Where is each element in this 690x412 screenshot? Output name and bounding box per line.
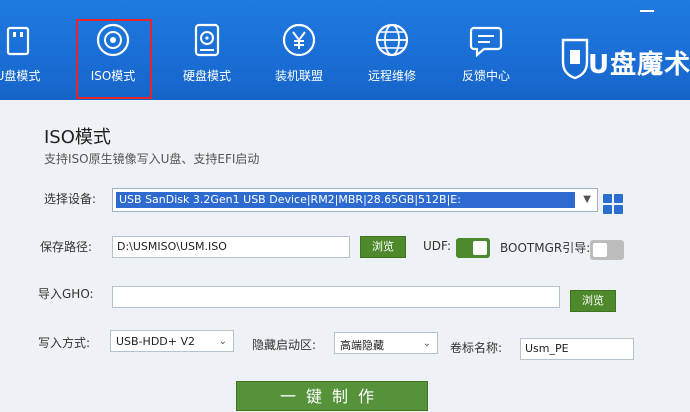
chevron-down-icon: ▼ (583, 194, 591, 205)
chat-bubble-icon (469, 26, 503, 58)
page-subtitle: 支持ISO原生镜像写入U盘、支持EFI启动 (44, 152, 260, 166)
nav-item-label: 硬盘模式 (182, 69, 231, 83)
import-gho-label: 导入GHO: (38, 287, 94, 301)
logo-shield-icon (561, 38, 589, 80)
device-selected-value: USB SanDisk 3.2Gen1 USB Device|RM2|MBR|2… (116, 192, 575, 208)
nav-item-label: 反馈中心 (461, 69, 510, 83)
browse-gho-button[interactable]: 浏览 (570, 290, 616, 312)
volume-name-label: 卷标名称: (450, 341, 503, 355)
write-mode-value: USB-HDD+ V2 (116, 335, 195, 348)
nav-item-feedback-center[interactable]: 反馈中心 (448, 0, 524, 100)
yen-coin-icon (282, 23, 316, 57)
udf-toggle-knob (473, 241, 487, 255)
gho-path-input[interactable] (112, 286, 560, 308)
chevron-down-icon: ⌄ (422, 338, 431, 349)
save-path-label: 保存路径: (40, 240, 93, 254)
hidden-partition-select[interactable]: 高端隐藏 ⌄ (334, 332, 438, 354)
hard-disk-icon (194, 23, 220, 57)
usb-drive-icon (6, 26, 30, 56)
device-select[interactable]: USB SanDisk 3.2Gen1 USB Device|RM2|MBR|2… (112, 188, 598, 212)
nav-item-label: 远程维修 (367, 69, 416, 83)
app-logo: U盘魔术 (560, 36, 690, 84)
write-mode-select[interactable]: USB-HDD+ V2 ⌄ (110, 330, 234, 352)
chevron-down-icon: ⌄ (218, 336, 227, 347)
nav-item-usb-mode[interactable]: U盘模式 (0, 0, 58, 100)
nav-item-label: U盘模式 (0, 69, 41, 83)
iso-mode-highlight-box (76, 19, 152, 99)
create-button[interactable]: 一键制作 (236, 381, 428, 411)
save-path-input[interactable]: D:\USMISO\USM.ISO (112, 236, 350, 258)
nav-item-remote-repair[interactable]: 远程维修 (354, 0, 430, 100)
logo-text: U盘魔术 (588, 50, 690, 80)
nav-item-install-alliance[interactable]: 装机联盟 (262, 0, 336, 100)
nav-item-label: 装机联盟 (274, 69, 323, 83)
volume-name-input[interactable]: Usm_PE (520, 338, 634, 360)
nav-item-hdd-mode[interactable]: 硬盘模式 (170, 0, 244, 100)
udf-toggle[interactable] (456, 238, 490, 258)
globe-icon (375, 23, 409, 57)
bootmgr-toggle[interactable] (590, 240, 624, 260)
hidden-partition-value: 高端隐藏 (340, 339, 384, 352)
device-label: 选择设备: (44, 192, 97, 206)
write-mode-label: 写入方式: (38, 336, 91, 350)
page-title: ISO模式 (44, 127, 111, 148)
browse-save-path-button[interactable]: 浏览 (360, 236, 406, 258)
udf-label: UDF: (423, 239, 452, 253)
top-nav-bar: U盘模式 ISO模式 硬盘模式 装机联盟 远程维修 反馈中心 U盘魔术 (0, 0, 690, 100)
hidden-partition-label: 隐藏启动区: (252, 338, 317, 352)
bootmgr-toggle-knob (593, 243, 607, 257)
minimize-icon[interactable] (640, 10, 654, 12)
bootmgr-label: BOOTMGR引导: (500, 241, 591, 255)
device-grid-icon[interactable] (603, 194, 623, 214)
